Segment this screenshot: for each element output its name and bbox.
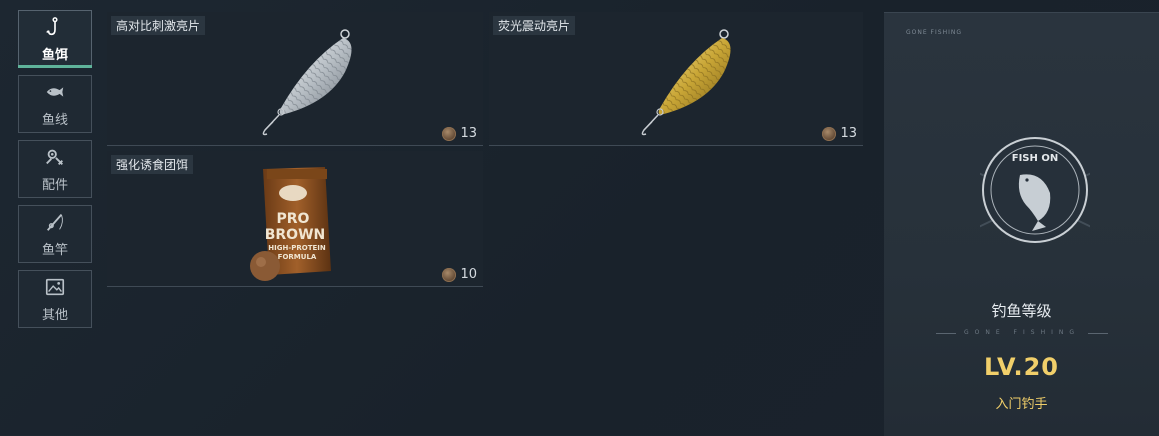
fishing-rod-icon bbox=[46, 213, 63, 231]
tab-line[interactable]: 鱼线 bbox=[18, 75, 92, 133]
item-count: 13 bbox=[822, 126, 857, 141]
picture-icon bbox=[45, 278, 65, 295]
fish-icon bbox=[46, 86, 64, 97]
currency-coin-icon bbox=[442, 267, 457, 282]
tab-label: 鱼竿 bbox=[41, 242, 68, 258]
tab-label: 配件 bbox=[41, 177, 68, 193]
tab-label: 鱼线 bbox=[41, 112, 68, 128]
bag-line1: HIGH-PROTEIN bbox=[268, 244, 326, 252]
gold-spoon-lure-icon bbox=[641, 29, 731, 136]
tab-label: 其他 bbox=[41, 307, 68, 323]
fishing-level-title: 钓鱼等级 bbox=[991, 302, 1052, 320]
item-count: 10 bbox=[442, 267, 477, 282]
fishing-level-panel: GONE FISHING FISH ON 钓鱼等级 GONE FISHING L… bbox=[884, 12, 1159, 436]
category-tabs: 鱼饵 鱼线 配件 鱼竿 其他 bbox=[18, 10, 92, 335]
gear-parts-icon bbox=[46, 149, 63, 165]
item-count-value: 10 bbox=[460, 267, 477, 282]
badge-text: FISH ON bbox=[1012, 153, 1058, 164]
bag-line2: FORMULA bbox=[278, 253, 317, 261]
item-name: 荧光震动亮片 bbox=[493, 16, 576, 35]
tab-label: 鱼饵 bbox=[41, 47, 68, 63]
fishing-level-value: LV.20 bbox=[984, 353, 1059, 381]
currency-coin-icon bbox=[442, 126, 457, 141]
fishing-rank: 入门钓手 bbox=[995, 397, 1048, 412]
item-name: 高对比刺激亮片 bbox=[111, 16, 206, 35]
currency-coin-icon bbox=[822, 126, 837, 141]
item-card-gold-spoon[interactable]: 荧光震动亮片 13 bbox=[489, 12, 863, 146]
bag-brand: PRO bbox=[277, 211, 310, 227]
item-name: 强化诱食团饵 bbox=[111, 155, 194, 174]
tab-rod[interactable]: 鱼竿 bbox=[18, 205, 92, 263]
tab-other[interactable]: 其他 bbox=[18, 270, 92, 328]
item-count-value: 13 bbox=[840, 126, 857, 141]
level-subtitle: GONE FISHING bbox=[936, 329, 1108, 337]
hook-icon bbox=[46, 16, 58, 35]
item-count-value: 13 bbox=[460, 126, 477, 141]
tab-parts[interactable]: 配件 bbox=[18, 140, 92, 198]
item-card-silver-spoon[interactable]: 高对比刺激亮片 13 bbox=[107, 12, 483, 146]
bag-brand2: BROWN bbox=[265, 227, 326, 243]
item-count: 13 bbox=[442, 126, 477, 141]
corner-logo-text: GONE FISHING bbox=[906, 29, 963, 36]
silver-spoon-lure-icon bbox=[262, 29, 352, 136]
tab-bait[interactable]: 鱼饵 bbox=[18, 10, 92, 68]
fish-on-badge-icon: FISH ON bbox=[980, 137, 1090, 243]
bait-bag-icon: PRO BROWN HIGH-PROTEIN FORMULA bbox=[250, 167, 331, 281]
item-card-bait-bag[interactable]: 强化诱食团饵 PRO BROWN HIGH-PROTEIN FORMULA 10 bbox=[107, 151, 483, 287]
